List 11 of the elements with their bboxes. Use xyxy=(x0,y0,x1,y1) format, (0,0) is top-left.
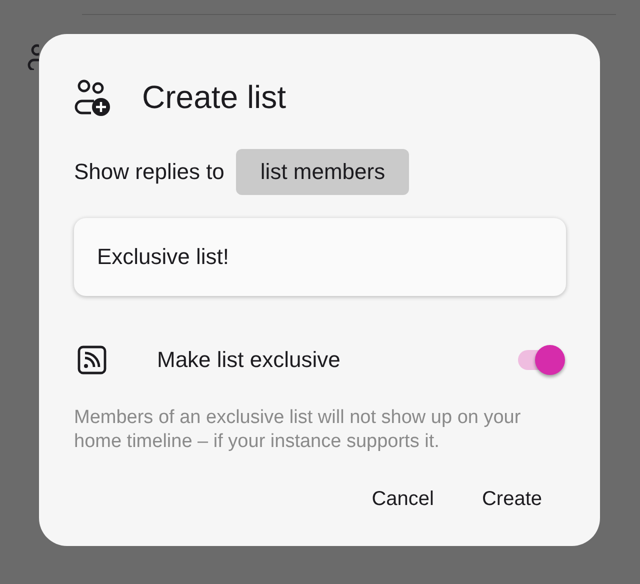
list-name-field[interactable]: Exclusive list! xyxy=(74,218,566,296)
dialog-title: Create list xyxy=(142,78,286,116)
exclusive-label: Make list exclusive xyxy=(157,347,342,373)
exclusive-description: Members of an exclusive list will not show up on your home timeline – if your instance supports it. xyxy=(74,406,522,454)
replies-label: Show replies to xyxy=(74,159,224,185)
cancel-button[interactable]: Cancel xyxy=(360,482,446,517)
replies-dropdown[interactable]: list members xyxy=(236,149,410,195)
rss-feed-icon xyxy=(77,345,107,375)
add-people-icon xyxy=(74,79,110,117)
create-button[interactable]: Create xyxy=(470,482,554,517)
exclusive-switch[interactable] xyxy=(516,344,566,376)
